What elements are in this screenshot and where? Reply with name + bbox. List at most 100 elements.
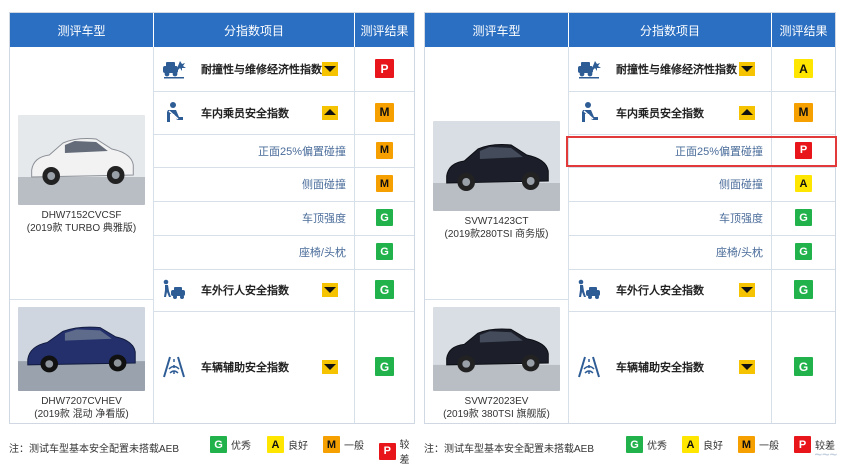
- car-caption: SVW71423CT (2019款280TSI 商务版): [425, 215, 568, 241]
- sub-row-label: 车顶强度: [719, 213, 763, 225]
- legend-note: 注：测试车型基本安全配置未搭载AEB: [424, 444, 595, 455]
- header-result: 测评结果: [354, 13, 414, 47]
- header-model: 测评车型: [10, 13, 153, 47]
- expand-down-icon[interactable]: [322, 360, 338, 374]
- legend-item: M 一般: [738, 436, 779, 453]
- row-divider: [568, 201, 835, 202]
- row-divider: [153, 311, 414, 312]
- expand-up-icon[interactable]: [739, 105, 755, 120]
- row-label: 车外行人安全指数: [616, 285, 704, 297]
- car-caption: SVW72023EV (2019款 380TSI 旗舰版): [425, 395, 568, 421]
- row-label: 车辆辅助安全指数: [201, 362, 289, 374]
- lane-assist-icon: [576, 355, 602, 379]
- expand-down-icon[interactable]: [739, 283, 755, 297]
- legend-grade-badge: G: [210, 436, 227, 453]
- row-divider: [568, 167, 835, 168]
- grade-badge: M: [375, 102, 394, 122]
- sub-row-label: 座椅/头枕: [298, 247, 346, 259]
- row-label: 车辆辅助安全指数: [616, 362, 704, 374]
- legend-item: G 优秀: [210, 436, 251, 453]
- legend-label: 优秀: [647, 441, 667, 452]
- row-divider: [568, 269, 835, 270]
- car-crash-icon: [576, 57, 602, 81]
- expand-down-icon[interactable]: [322, 62, 338, 76]
- sub-row-label: 侧面碰撞: [719, 179, 763, 191]
- car-model: SVW71423CT: [464, 216, 529, 227]
- expand-up-icon[interactable]: [322, 105, 338, 120]
- legend-label: 一般: [759, 441, 779, 452]
- right-rating-table: 测评车型 分指数项目 测评结果 耐撞性与维修经济性指数 A 车内乘员安全指数 M 正面25%偏…: [424, 12, 837, 424]
- legend-grade-badge: A: [267, 436, 284, 453]
- watermark: ~~~: [814, 447, 837, 462]
- legend-item: G 优秀: [626, 436, 667, 453]
- grade-badge: A: [795, 175, 812, 192]
- grade-badge: G: [794, 357, 813, 376]
- legend-right: 注：测试车型基本安全配置未搭载AEB G 优秀 A 良好 M 一般 P 较差: [424, 430, 836, 460]
- seated-occupant-icon: [161, 101, 187, 125]
- car-photo: [433, 121, 560, 211]
- header-model: 测评车型: [425, 13, 568, 47]
- car-model: DHW7152CVCSF: [41, 210, 122, 221]
- grade-badge: M: [376, 175, 393, 192]
- car-crash-icon: [161, 57, 187, 81]
- row-divider: [153, 269, 414, 270]
- grade-badge: G: [375, 280, 394, 299]
- sub-row-label: 座椅/头枕: [715, 247, 763, 259]
- legend-label: 良好: [288, 441, 308, 452]
- seated-occupant-icon: [576, 101, 602, 125]
- sub-row-label: 正面25%偏置碰撞: [257, 145, 346, 158]
- grade-badge: P: [375, 59, 394, 78]
- legend-item: A 良好: [682, 436, 723, 453]
- row-divider: [153, 91, 414, 92]
- left-rating-table: 测评车型 分指数项目 测评结果耐撞性与维修经济性指数 P 车内乘员安全指数 M 正面25%偏…: [9, 12, 415, 424]
- expand-down-icon[interactable]: [739, 360, 755, 374]
- header-items: 分指数项目: [568, 13, 771, 47]
- legend-grade-badge: A: [682, 436, 699, 453]
- grade-badge: G: [375, 357, 394, 376]
- row-divider: [568, 311, 835, 312]
- legend-item: M 一般: [323, 436, 364, 453]
- row-label: 车内乘员安全指数: [201, 107, 289, 120]
- sub-row-label: 车顶强度: [302, 213, 346, 225]
- row-label: 车内乘员安全指数: [616, 107, 704, 120]
- legend-item: P 较差: [379, 436, 419, 466]
- row-divider: [568, 134, 835, 135]
- expand-down-icon[interactable]: [739, 62, 755, 76]
- grade-badge: G: [795, 209, 812, 226]
- legend-left: 注：测试车型基本安全配置未搭载AEB G 优秀 A 良好 M 一般 P 较差: [9, 430, 419, 466]
- legend-grade-badge: P: [379, 442, 396, 460]
- car-desc: (2019款280TSI 商务版): [444, 229, 549, 240]
- car-caption: DHW7152CVCSF (2019款 TURBO 典雅版): [10, 209, 153, 235]
- row-divider: [153, 201, 414, 202]
- legend-label: 优秀: [231, 441, 251, 452]
- legend-label: 较差: [399, 440, 410, 466]
- expand-down-icon[interactable]: [322, 283, 338, 297]
- row-label: 车外行人安全指数: [201, 285, 289, 297]
- legend-grade-badge: P: [794, 436, 811, 453]
- header-items: 分指数项目: [153, 13, 354, 47]
- row-divider: [425, 299, 568, 300]
- row-divider: [10, 299, 153, 300]
- row-divider: [153, 134, 414, 135]
- grade-badge: G: [795, 243, 812, 260]
- row-label: 耐撞性与维修经济性指数: [616, 64, 737, 76]
- row-divider: [153, 235, 414, 236]
- legend-grade-badge: G: [626, 436, 643, 453]
- grade-badge: G: [376, 243, 393, 260]
- legend-grade-badge: M: [323, 436, 340, 453]
- car-desc: (2019款 TURBO 典雅版): [26, 223, 137, 234]
- legend-item: A 良好: [267, 436, 308, 453]
- row-divider: [568, 235, 835, 236]
- row-label: 耐撞性与维修经济性指数: [201, 64, 322, 76]
- car-photo: [18, 307, 145, 391]
- grade-badge: M: [794, 102, 813, 122]
- sub-row-label: 侧面碰撞: [302, 179, 346, 191]
- grade-badge: G: [794, 280, 813, 299]
- grade-badge: M: [376, 141, 393, 159]
- legend-grade-badge: M: [738, 436, 755, 453]
- header-result: 测评结果: [771, 13, 835, 47]
- pedestrian-car-icon: [576, 278, 602, 302]
- legend-label: 一般: [344, 441, 364, 452]
- highlight-frame: [566, 136, 837, 167]
- legend-label: 良好: [703, 441, 723, 452]
